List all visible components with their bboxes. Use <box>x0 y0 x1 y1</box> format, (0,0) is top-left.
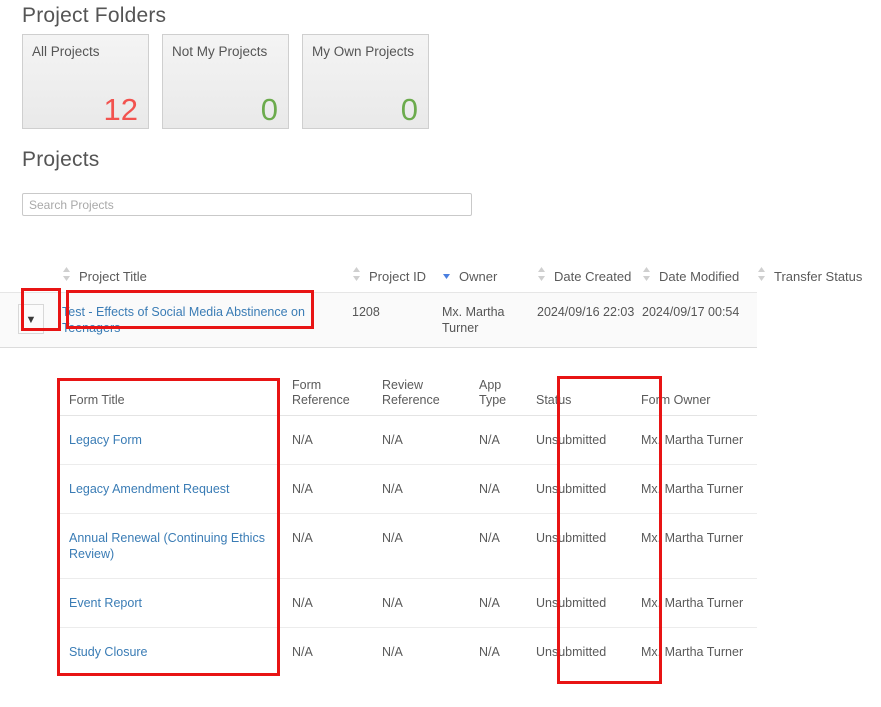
column-header-date-created[interactable]: Date Created <box>537 238 642 293</box>
folder-card-my-own-projects[interactable]: My Own Projects 0 <box>302 34 429 129</box>
column-header-transfer-status[interactable]: Transfer Status <box>757 238 881 293</box>
column-header-owner[interactable]: Owner <box>442 238 537 293</box>
table-row[interactable]: ▼ Test - Effects of Social Media Abstine… <box>0 292 881 348</box>
forms-column-header-form-title[interactable]: Form Title <box>57 372 280 416</box>
column-header-label: Project Title <box>79 269 147 284</box>
project-title-link[interactable]: Test - Effects of Social Media Abstinenc… <box>62 305 305 335</box>
project-transfer-status-cell <box>757 292 881 348</box>
form-owner-cell: Mx. Martha Turner <box>629 578 757 628</box>
form-title-link[interactable]: Annual Renewal (Continuing Ethics Review… <box>69 531 265 561</box>
forms-column-header-review-reference[interactable]: Review Reference <box>370 372 467 416</box>
folder-card-count: 12 <box>103 92 138 128</box>
column-header-label: Transfer Status <box>774 269 863 284</box>
form-owner-cell: Mx. Martha Turner <box>629 513 757 579</box>
form-title-cell[interactable]: Annual Renewal (Continuing Ethics Review… <box>57 513 280 579</box>
forms-column-header-form-reference[interactable]: Form Reference <box>280 372 370 416</box>
app-type-cell: N/A <box>467 415 524 465</box>
forms-table-header-row: Form Title Form Reference Review Referen… <box>57 372 757 416</box>
app-type-cell: N/A <box>479 645 500 659</box>
sort-icon-neutral <box>62 266 72 284</box>
folder-card-all-projects[interactable]: All Projects 12 <box>22 34 149 129</box>
form-title-cell[interactable]: Legacy Form <box>57 415 280 465</box>
folder-card-count: 0 <box>400 92 418 128</box>
review-reference-cell: N/A <box>370 415 467 465</box>
project-date-created-cell: 2024/09/16 22:03 <box>537 292 642 348</box>
column-header-label: Date Created <box>554 269 632 284</box>
chevron-down-icon[interactable]: ▼ <box>18 304 44 334</box>
sort-icon-neutral <box>537 266 547 284</box>
form-title-link[interactable]: Study Closure <box>69 645 148 659</box>
table-row[interactable]: Annual Renewal (Continuing Ethics Review… <box>57 513 757 579</box>
form-owner-cell: Mx. Martha Turner <box>641 645 744 659</box>
form-title-cell[interactable]: Study Closure <box>57 628 280 677</box>
project-id-cell: 1208 <box>352 292 442 348</box>
forms-column-header-app-type[interactable]: App Type <box>467 372 524 416</box>
form-status-cell: Unsubmitted <box>524 464 629 514</box>
forms-column-header-status[interactable]: Status <box>524 372 629 416</box>
table-row[interactable]: Event Report N/A N/A N/A Unsubmitted Mx.… <box>57 578 757 628</box>
form-title-link[interactable]: Legacy Form <box>69 433 142 447</box>
form-status-cell: Unsubmitted <box>524 415 629 465</box>
review-reference-cell: N/A <box>370 578 467 628</box>
review-reference-cell: N/A <box>370 464 467 514</box>
form-reference-cell: N/A <box>280 464 370 514</box>
project-owner-cell: Mx. Martha Turner <box>442 292 537 348</box>
form-status-cell: Unsubmitted <box>536 645 607 659</box>
column-header-label: Project ID <box>369 269 427 284</box>
app-type-cell: N/A <box>467 578 524 628</box>
table-row[interactable]: Legacy Form N/A N/A N/A Unsubmitted Mx. … <box>57 415 757 465</box>
column-header-date-modified[interactable]: Date Modified <box>642 238 757 293</box>
section-title-projects: Projects <box>22 148 100 171</box>
column-header-project-id[interactable]: Project ID <box>352 238 442 293</box>
forms-column-header-form-owner[interactable]: Form Owner <box>629 372 757 416</box>
project-forms-table: Form Title Form Reference Review Referen… <box>57 372 757 676</box>
column-header-label: Date Modified <box>659 269 740 284</box>
table-row[interactable]: Study Closure N/A N/A N/A Unsubmitted Mx… <box>57 628 757 677</box>
folder-card-label: Not My Projects <box>172 44 268 59</box>
folder-card-label: My Own Projects <box>312 44 415 59</box>
sort-icon-neutral <box>642 266 652 284</box>
form-title-link[interactable]: Event Report <box>69 596 142 610</box>
form-status-cell: Unsubmitted <box>524 513 629 579</box>
page-title-project-folders: Project Folders <box>22 4 167 27</box>
form-status-cell: Unsubmitted <box>524 578 629 628</box>
sort-icon-neutral <box>757 266 767 284</box>
column-header-project-title[interactable]: Project Title <box>62 238 352 293</box>
column-header-label: Owner <box>459 269 498 284</box>
folder-card-label: All Projects <box>32 44 100 59</box>
folder-card-not-my-projects[interactable]: Not My Projects 0 <box>162 34 289 129</box>
project-title-cell[interactable]: Test - Effects of Social Media Abstinenc… <box>62 292 352 348</box>
form-reference-cell: N/A <box>280 415 370 465</box>
project-row-expander-cell[interactable]: ▼ <box>0 292 62 348</box>
app-type-cell: N/A <box>467 464 524 514</box>
sort-icon-descending-active <box>442 266 452 284</box>
projects-table-header-row: Project Title Project ID Owner Date Crea… <box>0 238 881 293</box>
form-owner-cell: Mx. Martha Turner <box>629 464 757 514</box>
app-type-cell: N/A <box>467 513 524 579</box>
form-owner-cell: Mx. Martha Turner <box>629 415 757 465</box>
form-title-cell[interactable]: Legacy Amendment Request <box>57 464 280 514</box>
project-folder-cards: All Projects 12 Not My Projects 0 My Own… <box>22 34 429 129</box>
review-reference-cell: N/A <box>382 645 403 659</box>
project-date-modified-cell: 2024/09/17 00:54 <box>642 292 757 348</box>
form-title-link[interactable]: Legacy Amendment Request <box>69 482 230 496</box>
folder-card-count: 0 <box>260 92 278 128</box>
projects-header-expander-spacer <box>0 238 62 293</box>
table-row[interactable]: Legacy Amendment Request N/A N/A N/A Uns… <box>57 464 757 514</box>
form-reference-cell: N/A <box>280 578 370 628</box>
review-reference-cell: N/A <box>370 513 467 579</box>
form-reference-cell: N/A <box>292 645 313 659</box>
sort-icon-neutral <box>352 266 362 284</box>
form-title-cell[interactable]: Event Report <box>57 578 280 628</box>
projects-table: Project Title Project ID Owner Date Crea… <box>0 238 881 348</box>
form-reference-cell: N/A <box>280 513 370 579</box>
search-projects-input[interactable] <box>22 193 472 216</box>
